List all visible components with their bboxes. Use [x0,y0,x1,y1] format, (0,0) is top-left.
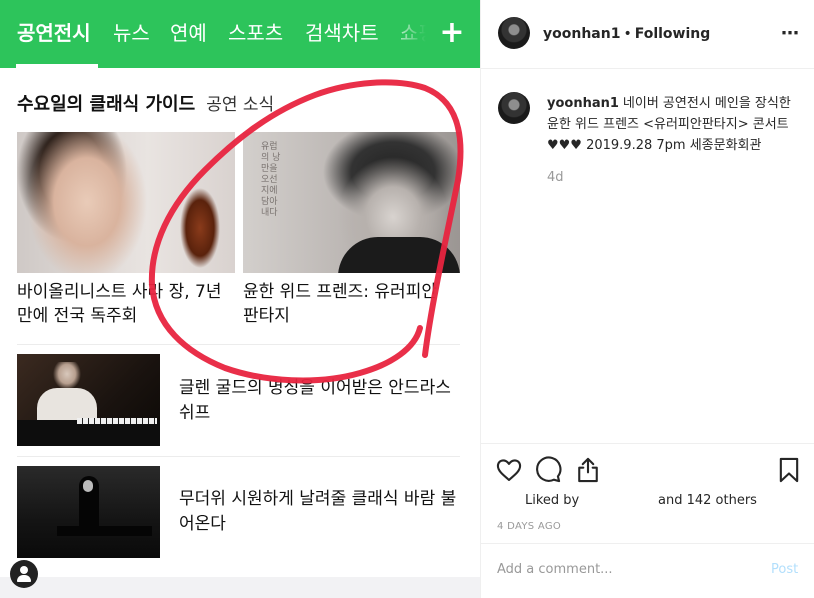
bottom-bar [0,577,480,598]
instagram-panel: yoonhan1 • Following ⋯ yoonhan1 네이버 공연전시 메인… [480,0,814,598]
concert-stage-photo[interactable] [17,466,160,558]
post-author: yoonhan1 • Following [543,24,710,44]
andras-schiff-photo[interactable] [17,354,160,446]
poster-vertical-text: 유럽의 낭만을 오선지에 담아내다 [261,142,281,218]
likes-others-count[interactable]: and 142 others [658,492,757,510]
add-tab-icon[interactable]: + [437,16,467,50]
post-age[interactable]: 4 DAYS AGO [497,521,561,532]
tab-search-chart[interactable]: 검색차트 [305,20,379,46]
following-button[interactable]: Following [635,26,711,42]
post-header: yoonhan1 • Following ⋯ [481,0,814,69]
divider [17,344,460,345]
violinist-photo[interactable] [17,132,235,273]
section-title: 수요일의 클래식 가이드 [17,94,196,115]
profile-icon[interactable] [10,560,38,588]
tab-fade-overlay [386,0,436,68]
active-tab-indicator [16,64,98,68]
post-caption: yoonhan1 네이버 공연전시 메인을 장식한 윤한 위드 프렌즈 <유러피안… [547,93,797,188]
username-link[interactable]: yoonhan1 [543,26,620,42]
heart-icon[interactable] [495,456,523,484]
yoonhan-poster-photo[interactable]: 유럽의 낭만을 오선지에 담아내다 [243,132,460,273]
violin-shape [180,162,220,272]
comment-input[interactable] [497,562,757,577]
comment-box: Post [481,543,814,598]
profile-icon-body [17,575,31,582]
more-options-icon[interactable]: ⋯ [777,22,803,46]
naver-panel: 공연전시 뉴스 연예 스포츠 검색차트 쇼핑 + 수요일의 클래식 가이드 공연… [0,0,480,598]
profile-icon-head [20,566,28,574]
post-button[interactable]: Post [771,562,798,577]
separator-dot: • [623,26,632,42]
section-subtitle[interactable]: 공연 소식 [206,95,274,115]
post-actions: Liked by and 142 others 4 DAYS AGO [481,443,814,543]
section-header: 수요일의 클래식 가이드 공연 소식 [17,90,274,116]
share-icon[interactable] [574,456,602,484]
card-caption-sarah-chang[interactable]: 바이올리니스트 사라 장, 7년 만에 전국 독주회 [17,280,232,328]
article-title-schiff[interactable]: 글렌 굴드의 명성을 이어받은 안드라스 쉬프 [179,376,459,426]
caption-username[interactable]: yoonhan1 [547,96,619,111]
tab-performance-exhibition[interactable]: 공연전시 [17,20,91,46]
liked-by-label: Liked by [525,493,580,508]
bookmark-icon[interactable] [775,456,803,484]
poster-figure [338,237,460,273]
avatar[interactable] [498,17,530,49]
caption-timestamp[interactable]: 4d [547,167,797,188]
comment-icon[interactable] [534,456,562,484]
tab-sports[interactable]: 스포츠 [228,20,283,46]
tab-news[interactable]: 뉴스 [113,20,150,46]
piano-keys [77,418,157,424]
divider [17,456,460,457]
category-tab-bar: 공연전시 뉴스 연예 스포츠 검색차트 쇼핑 + [0,0,480,68]
stage-piano-shape [57,526,152,536]
card-caption-yoonhan[interactable]: 윤한 위드 프렌즈: 유러피안 판타지 [243,280,458,328]
caption-avatar[interactable] [498,92,530,124]
performer-face [83,480,93,492]
tab-entertainment[interactable]: 연예 [170,20,207,46]
article-title-classic-breeze[interactable]: 무더위 시원하게 날려줄 클래식 바람 불어온다 [179,487,459,537]
